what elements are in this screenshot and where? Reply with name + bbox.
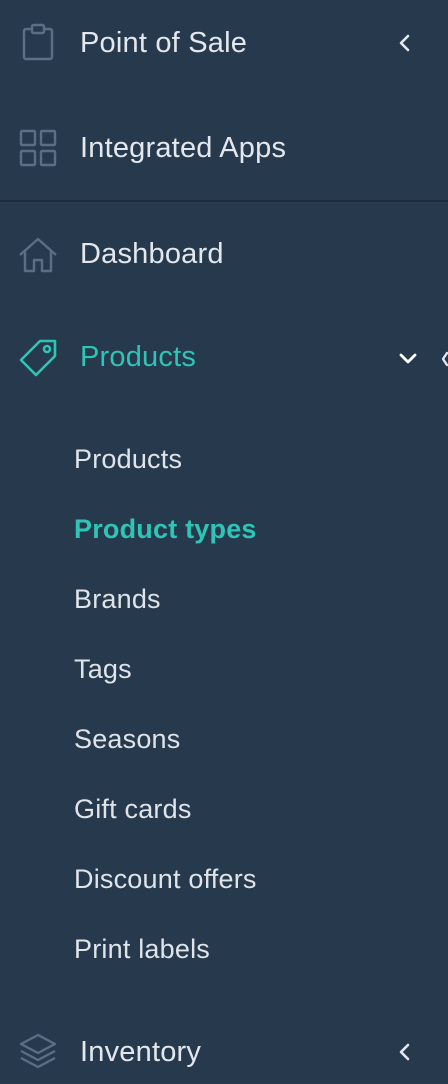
section-divider (0, 200, 448, 202)
submenu-item-product-types[interactable]: Product types (74, 512, 257, 552)
sidebar-nav: Point of Sale Integrated Apps Dashboard … (0, 0, 448, 1084)
chevron-down-icon[interactable] (396, 346, 420, 370)
sidebar-item-point-of-sale[interactable]: Point of Sale (0, 3, 448, 83)
sidebar-item-products[interactable]: Products (0, 318, 448, 398)
submenu-item-gift-cards[interactable]: Gift cards (74, 792, 192, 832)
sidebar-item-label: Integrated Apps (80, 132, 287, 164)
submenu-item-brands[interactable]: Brands (74, 582, 161, 622)
sidebar-item-label: Products (80, 341, 197, 373)
collapse-caret-icon[interactable] (441, 350, 448, 368)
clipboard-icon (18, 23, 58, 63)
home-icon (18, 235, 58, 275)
submenu-item-seasons[interactable]: Seasons (74, 722, 180, 762)
submenu-item-tags[interactable]: Tags (74, 652, 132, 692)
grid-icon (18, 128, 58, 168)
submenu-item-products[interactable]: Products (74, 442, 182, 482)
chevron-left-icon[interactable] (393, 31, 417, 55)
sidebar-item-label: Point of Sale (80, 27, 248, 59)
chevron-left-icon[interactable] (393, 1040, 417, 1064)
sidebar-item-dashboard[interactable]: Dashboard (0, 215, 448, 295)
sidebar-item-label: Dashboard (80, 238, 224, 270)
tag-icon (18, 338, 58, 378)
sidebar-item-inventory[interactable]: Inventory (0, 1012, 448, 1084)
submenu-item-discount-offers[interactable]: Discount offers (74, 862, 257, 902)
sidebar-item-integrated-apps[interactable]: Integrated Apps (0, 108, 448, 188)
sidebar-item-label: Inventory (80, 1036, 202, 1068)
submenu-item-print-labels[interactable]: Print labels (74, 932, 210, 972)
layers-icon (18, 1032, 58, 1072)
